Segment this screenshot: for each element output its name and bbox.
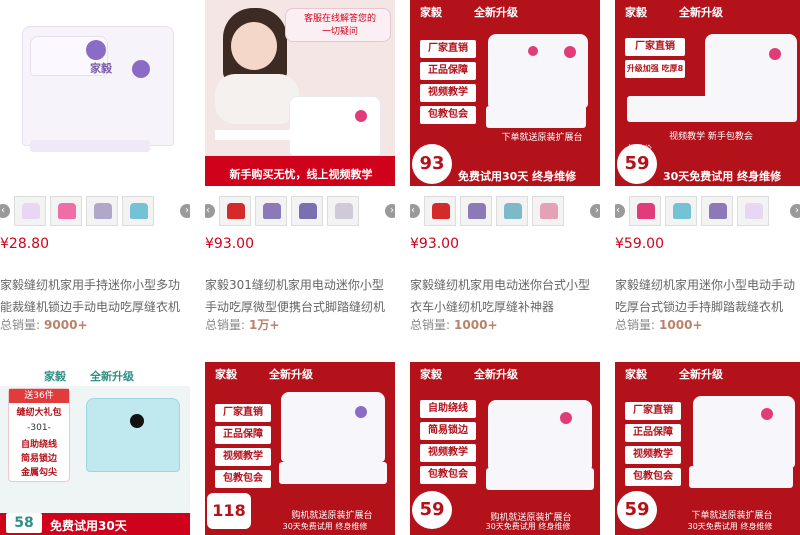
thumbnail[interactable] [291,196,323,226]
thumbnail[interactable] [86,196,118,226]
sales-value: 1000+ [454,318,498,332]
thumbnail[interactable] [122,196,154,226]
chevron-right-icon[interactable]: › [790,204,800,218]
thumbnail[interactable] [14,196,46,226]
product-image[interactable]: 家毅 全新升级 厂家直销 升级加强 吃厚8层 视频教学 新手包教会 30天免费试… [615,0,800,186]
price-badge: 59 [617,144,657,184]
product-card[interactable]: 家毅 全新升级 自助绕线 简易锁边 视频教学 包教包会 购机就送原装扩展台 59… [410,362,600,535]
thumbnail[interactable] [665,196,697,226]
price-badge: 59 [412,491,452,529]
chevron-left-icon[interactable]: ‹ [410,204,420,218]
product-image[interactable]: 家毅 全新升级 厂家直销 正品保障 视频教学 包教包会 购机就送原装扩展台 11… [205,362,395,535]
product-price: ¥59.00 [615,236,664,252]
product-card[interactable]: 家毅 全新升级 厂家直销 正品保障 视频教学 包教包会 购机就送原装扩展台 11… [205,362,395,535]
feature-badges: 厂家直销 正品保障 视频教学 包教包会 [625,402,681,490]
thumbnail-strip: ‹ › [205,196,395,228]
promo-panel: 送36件 缝纫大礼包 -301- 自助绕线 简易锁边 金属勾尖 [8,388,70,482]
thumbnail[interactable] [327,196,359,226]
product-image[interactable]: 家毅 [0,0,190,186]
price-badge: 93 [412,144,452,184]
price-badge: 59 [617,491,657,529]
thumbnail[interactable] [255,196,287,226]
sales-label: 总销量: [0,318,41,332]
product-title[interactable]: 家毅缝纫机家用电动迷你台式小型衣车小缝纫机吃厚缝补神器 [410,274,600,318]
sales-value: 1000+ [659,318,703,332]
product-grid: 家毅 ‹ › ¥28.80 家毅缝纫机家用手持迷你小型多功能裁缝机锁边手动电动吃… [0,0,800,535]
product-price: ¥28.80 [0,236,49,252]
product-card[interactable]: 家毅 全新升级 厂家直销 正品保障 视频教学 包教包会 下单就送原装扩展台 活动… [615,362,800,535]
product-image[interactable]: 家毅 全新升级 厂家直销 正品保障 视频教学 包教包会 下单就送原装扩展台 免费… [410,0,600,186]
thumbnail[interactable] [424,196,456,226]
handwheel-icon [86,40,106,60]
product-title[interactable]: 家毅缝纫机家用手持迷你小型多功能裁缝机锁边手动电动吃厚缝衣机 [0,274,190,318]
product-image[interactable]: 家毅 全新升级 自助绕线 简易锁边 视频教学 包教包会 购机就送原装扩展台 59… [410,362,600,535]
chevron-left-icon[interactable]: ‹ [205,204,215,218]
stitch-dial-icon [132,60,150,78]
thumbnail[interactable] [219,196,251,226]
thumbnail-strip: ‹ › [410,196,600,228]
chevron-left-icon[interactable]: ‹ [615,204,625,218]
thumbnail-strip: ‹ › [0,196,190,228]
product-card[interactable]: 家毅 ‹ › ¥28.80 家毅缝纫机家用手持迷你小型多功能裁缝机锁边手动电动吃… [0,0,190,340]
feature-badges: 厂家直销 正品保障 视频教学 包教包会 [215,404,271,492]
product-image[interactable]: 家毅 全新升级 送36件 缝纫大礼包 -301- 自助绕线 简易锁边 金属勾尖 … [0,362,190,535]
sales-info: 总销量: 1万+ [205,316,279,333]
product-card[interactable]: 家毅 全新升级 厂家直销 升级加强 吃厚8层 视频教学 新手包教会 30天免费试… [615,0,800,340]
product-price: ¥93.00 [205,236,254,252]
thumbnail[interactable] [50,196,82,226]
chevron-left-icon[interactable]: ‹ [0,204,10,218]
thumbnail[interactable] [460,196,492,226]
thumbnail[interactable] [532,196,564,226]
chevron-right-icon[interactable]: › [590,204,600,218]
feature-badges: 厂家直销 升级加强 吃厚8层 [625,38,685,91]
product-card[interactable]: 家毅 全新升级 送36件 缝纫大礼包 -301- 自助绕线 简易锁边 金属勾尖 … [0,362,190,535]
sales-value: 9000+ [44,318,88,332]
sales-value: 1万+ [249,318,280,332]
product-card[interactable]: 家毅 全新升级 厂家直销 正品保障 视频教学 包教包会 下单就送原装扩展台 免费… [410,0,600,340]
product-card[interactable]: 客服在线解答您的 一切疑问 新手购买无忧，线上视频教学 ‹ › ¥93.00 家… [205,0,395,340]
feature-badges: 自助绕线 简易锁边 视频教学 包教包会 [420,400,476,488]
product-image[interactable]: 客服在线解答您的 一切疑问 新手购买无忧，线上视频教学 [205,0,395,186]
product-title[interactable]: 家毅缝纫机家用迷你小型电动手动吃厚台式锁边手持脚踏裁缝衣机 [615,274,800,318]
sales-info: 总销量: 1000+ [615,316,703,333]
sales-label: 总销量: [615,318,656,332]
thumbnail[interactable] [701,196,733,226]
product-title[interactable]: 家毅301缝纫机家用电动迷你小型手动吃厚微型便携台式脚踏缝纫机 [205,274,395,318]
product-image[interactable]: 家毅 全新升级 厂家直销 正品保障 视频教学 包教包会 下单就送原装扩展台 活动… [615,362,800,535]
chat-bubble: 客服在线解答您的 一切疑问 [285,8,391,42]
chevron-right-icon[interactable]: › [180,204,190,218]
sales-label: 总销量: [205,318,246,332]
thumbnail[interactable] [629,196,661,226]
sales-info: 总销量: 1000+ [410,316,498,333]
brand-label: 家毅 [90,62,112,75]
product-price: ¥93.00 [410,236,459,252]
thumbnail[interactable] [737,196,769,226]
price-badge: 118 [207,493,251,529]
thumbnail[interactable] [496,196,528,226]
chevron-right-icon[interactable]: › [385,204,395,218]
sales-info: 总销量: 9000+ [0,316,88,333]
thumbnail-strip: ‹ › [615,196,800,228]
sales-label: 总销量: [410,318,451,332]
feature-badges: 厂家直销 正品保障 视频教学 包教包会 [420,40,476,128]
